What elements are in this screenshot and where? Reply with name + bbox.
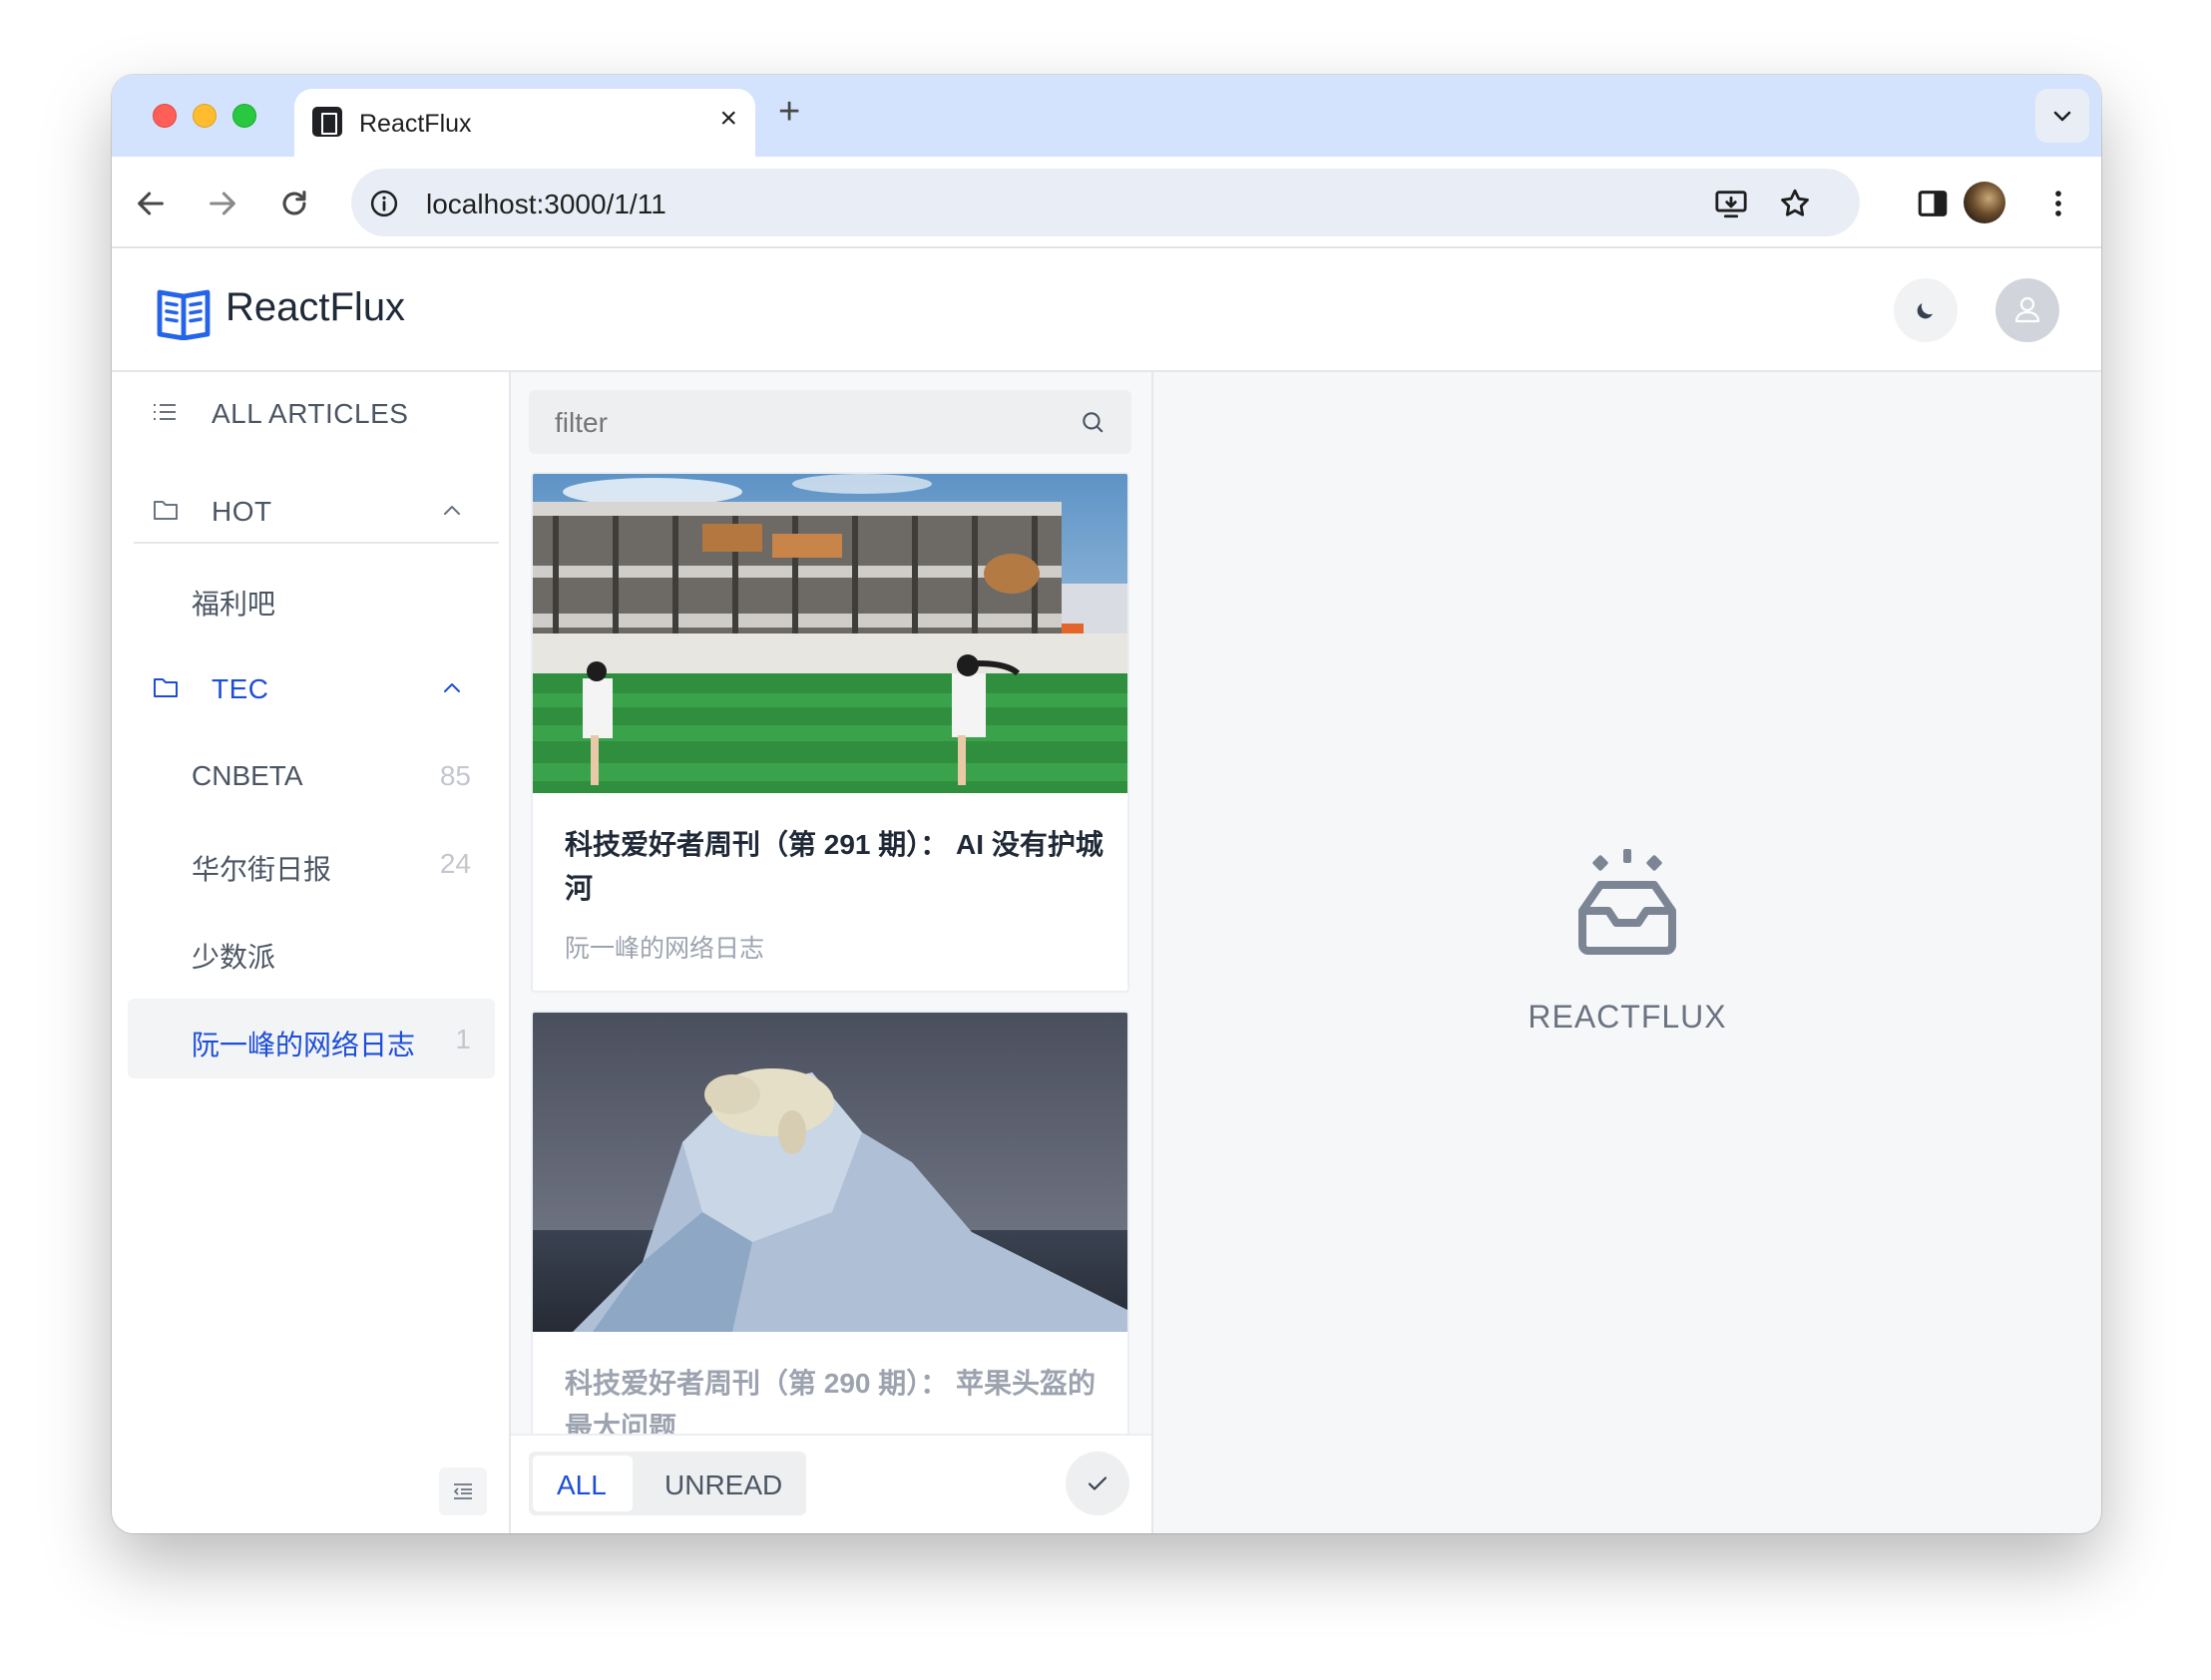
search-box[interactable] xyxy=(529,390,1131,454)
tab-strip: ReactFlux × + xyxy=(112,75,2101,157)
mark-all-read-button[interactable] xyxy=(1066,1452,1129,1515)
sidebar-item-all-articles[interactable]: ALL ARTICLES xyxy=(112,372,511,452)
feed-item-active[interactable]: 阮一峰的网络日志 1 xyxy=(128,999,495,1078)
category-label: TEC xyxy=(212,673,269,704)
article-list: 科技爱好者周刊（第 291 期）： AI 没有护城河 阮一峰的网络日志 xyxy=(511,372,1153,1533)
search-icon[interactable] xyxy=(1080,409,1106,435)
address-bar[interactable]: localhost:3000/1/11 xyxy=(351,169,1860,236)
new-tab-button[interactable]: + xyxy=(778,93,800,131)
sidebar-item-label: ALL ARTICLES xyxy=(212,398,409,429)
forward-arrow-icon[interactable] xyxy=(206,187,239,220)
article-card[interactable]: 科技爱好者周刊（第 291 期）： AI 没有护城河 阮一峰的网络日志 xyxy=(531,472,1129,993)
category-hot[interactable]: HOT xyxy=(112,470,511,550)
browser-toolbar: localhost:3000/1/11 xyxy=(112,157,2101,248)
theme-toggle-button[interactable] xyxy=(1894,278,1958,342)
side-panel-icon[interactable] xyxy=(1916,187,1950,220)
profile-avatar[interactable] xyxy=(1964,182,2005,223)
book-logo-icon xyxy=(157,289,211,340)
feed-item[interactable]: CNBETA 85 xyxy=(128,735,495,815)
back-arrow-icon[interactable] xyxy=(134,187,168,220)
feed-label: 华尔街日报 xyxy=(192,854,332,885)
list-icon xyxy=(154,404,176,420)
app-logo-text: ReactFlux xyxy=(225,285,406,329)
folder-icon xyxy=(154,501,178,520)
feed-label: 福利吧 xyxy=(192,589,276,620)
moon-icon xyxy=(1917,303,1933,319)
inbox-tray-icon xyxy=(1578,849,1676,955)
url-text[interactable]: localhost:3000/1/11 xyxy=(426,189,666,220)
article-cover-image xyxy=(533,1013,1127,1332)
feed-unread-count: 85 xyxy=(439,760,471,791)
filter-segmented-control: ALL UNREAD xyxy=(529,1452,806,1515)
browser-window: ReactFlux × + localhost:3000/1/11 ReactF… xyxy=(112,75,2101,1533)
folder-icon xyxy=(154,678,178,697)
feed-item[interactable]: 华尔街日报 24 xyxy=(128,823,495,903)
article-content-pane: REACTFLUX xyxy=(1153,372,2101,1533)
user-avatar-button[interactable] xyxy=(1995,278,2059,342)
category-label: HOT xyxy=(212,496,272,527)
list-footer: ALL UNREAD xyxy=(511,1434,1151,1533)
filter-all-button[interactable]: ALL xyxy=(533,1456,633,1511)
minimize-window-button[interactable] xyxy=(193,104,217,128)
feed-item[interactable]: 少数派 xyxy=(128,911,495,991)
tab-title: ReactFlux xyxy=(359,110,472,138)
collapse-sidebar-button[interactable] xyxy=(439,1468,487,1515)
article-cover-image xyxy=(533,474,1127,793)
install-app-icon[interactable] xyxy=(1714,187,1748,220)
feed-label: 阮一峰的网络日志 xyxy=(192,1030,416,1060)
filter-all-label: ALL xyxy=(557,1470,607,1500)
search-input[interactable] xyxy=(555,407,1054,439)
article-source: 阮一峰的网络日志 xyxy=(565,935,765,963)
reload-icon[interactable] xyxy=(277,187,311,220)
user-icon xyxy=(2014,296,2040,323)
chevron-down-icon xyxy=(2053,111,2071,122)
article-title: 科技爱好者周刊（第 291 期）： AI 没有护城河 xyxy=(565,829,1104,904)
feed-item[interactable]: 福利吧 xyxy=(128,558,495,637)
feed-unread-count: 24 xyxy=(439,848,471,879)
more-menu-icon[interactable] xyxy=(2041,187,2075,220)
app-header: ReactFlux xyxy=(112,250,2101,372)
indent-icon xyxy=(454,1483,472,1499)
feed-unread-count: 1 xyxy=(455,1024,471,1054)
maximize-window-button[interactable] xyxy=(232,104,256,128)
favicon-icon xyxy=(312,107,342,137)
close-window-button[interactable] xyxy=(153,104,177,128)
browser-tab[interactable]: ReactFlux × xyxy=(294,89,755,157)
tab-close-button[interactable]: × xyxy=(719,104,737,134)
filter-unread-button[interactable]: UNREAD xyxy=(664,1470,782,1501)
chevron-up-icon[interactable] xyxy=(441,677,463,699)
feed-label: CNBETA xyxy=(192,760,303,791)
category-tec[interactable]: TEC xyxy=(112,647,511,727)
empty-state-label: REACTFLUX xyxy=(1528,999,1727,1035)
sidebar: ALL ARTICLES HOT 福利吧 TEC CNBETA 85 华尔街日报… xyxy=(112,372,511,1533)
feed-label: 少数派 xyxy=(192,942,276,973)
site-info-icon[interactable] xyxy=(369,189,399,218)
tab-search-button[interactable] xyxy=(2035,89,2089,143)
bookmark-star-icon[interactable] xyxy=(1778,187,1812,220)
chevron-up-icon[interactable] xyxy=(441,500,463,522)
check-icon xyxy=(1088,1476,1107,1490)
